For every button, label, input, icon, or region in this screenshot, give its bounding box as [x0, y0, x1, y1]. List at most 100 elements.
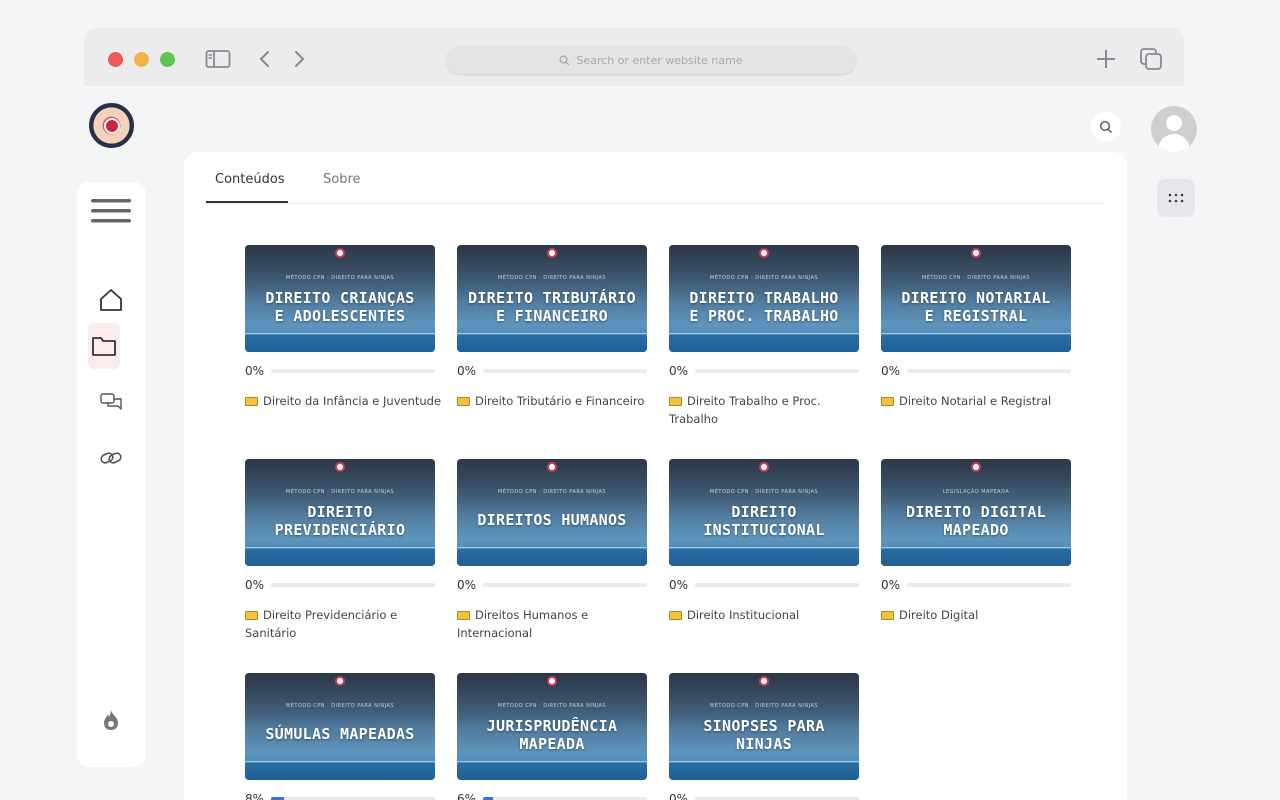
thumbnail-caption: MÉTODO CPN · DIREITO PARA NINJAS: [497, 489, 607, 495]
tab-contents[interactable]: Conteúdos: [215, 172, 285, 187]
course-category[interactable]: Direito da Infância e Juventude: [245, 392, 445, 410]
course-thumbnail[interactable]: MÉTODO CPN · DIREITO PARA NINJAS DIREITO…: [669, 245, 859, 352]
thumbnail-caption: LEGISLAÇÃO MAPEADA: [942, 489, 1010, 495]
course-progress: 0%: [881, 364, 1071, 378]
category-label: Direito Notarial e Registral: [899, 394, 1052, 408]
progress-bar: [271, 583, 435, 587]
thumbnail-caption: MÉTODO CPN · DIREITO PARA NINJAS: [709, 275, 819, 281]
search-icon: [1099, 120, 1112, 133]
course-category[interactable]: Direito Previdenciário e Sanitário: [245, 606, 445, 642]
sidebar-item-links[interactable]: [88, 435, 134, 481]
course-progress: 0%: [245, 364, 435, 378]
address-bar[interactable]: Search or enter website name: [446, 46, 856, 74]
search-button[interactable]: [1091, 112, 1121, 142]
brand-badge-icon: [759, 248, 769, 258]
course-title: DIREITO CRIANÇAS E ADOLESCENTES: [265, 289, 415, 325]
course-thumbnail[interactable]: MÉTODO CPN · DIREITO PARA NINJAS DIREITO…: [457, 245, 647, 352]
course-progress: 0%: [669, 364, 859, 378]
thumbnail-caption: MÉTODO CPN · DIREITO PARA NINJAS: [497, 703, 607, 709]
course-category[interactable]: Direito Tributário e Financeiro: [457, 392, 657, 410]
sidebar-item-chat[interactable]: [88, 378, 134, 424]
course-thumbnail[interactable]: MÉTODO CPN · DIREITO PARA NINJAS DIREITO…: [881, 245, 1071, 352]
thumbnail-caption: MÉTODO CPN · DIREITO PARA NINJAS: [285, 275, 395, 281]
thumbnail-caption: MÉTODO CPN · DIREITO PARA NINJAS: [709, 703, 819, 709]
course-title: DIREITO DIGITAL MAPEADO: [906, 503, 1046, 539]
address-placeholder: Search or enter website name: [576, 53, 743, 67]
sidebar-item-home[interactable]: [88, 277, 134, 323]
tabs-overview-icon[interactable]: [1138, 46, 1164, 72]
course-category[interactable]: Direitos Humanos e Internacional: [457, 606, 657, 642]
course-thumbnail[interactable]: LEGISLAÇÃO MAPEADA DIREITO DIGITAL MAPEAD…: [881, 459, 1071, 566]
folder-icon: [881, 611, 894, 620]
maximize-window-button[interactable]: [160, 52, 175, 67]
brand-logo[interactable]: [89, 103, 134, 148]
course-category[interactable]: Direito Institucional: [669, 606, 869, 624]
thumbnail-caption: MÉTODO CPN · DIREITO PARA NINJAS: [921, 275, 1031, 281]
category-label: Direito da Infância e Juventude: [263, 394, 442, 408]
thumbnail-caption: MÉTODO CPN · DIREITO PARA NINJAS: [497, 275, 607, 281]
sidebar-item-streak[interactable]: [88, 697, 134, 743]
progress-percent: 0%: [881, 578, 901, 592]
course-thumbnail[interactable]: MÉTODO CPN · DIREITO PARA NINJAS JURISPR…: [457, 673, 647, 780]
progress-percent: 8%: [245, 792, 265, 800]
course-category[interactable]: Direito Notarial e Registral: [881, 392, 1081, 410]
progress-percent: 0%: [669, 364, 689, 378]
progress-percent: 0%: [457, 578, 477, 592]
course-title: DIREITO INSTITUCIONAL: [703, 503, 825, 539]
course-progress: 8%: [245, 792, 435, 800]
brand-badge-icon: [971, 248, 981, 258]
thumbnail-caption: MÉTODO CPN · DIREITO PARA NINJAS: [285, 703, 395, 709]
progress-bar: [695, 583, 859, 587]
course-progress: 6%: [457, 792, 647, 800]
folder-icon: [881, 397, 894, 406]
back-icon[interactable]: [252, 46, 278, 72]
category-label: Direito Tributário e Financeiro: [475, 394, 645, 408]
course-progress: 0%: [457, 364, 647, 378]
course-thumbnail[interactable]: MÉTODO CPN · DIREITO PARA NINJAS SINOPSE…: [669, 673, 859, 780]
brand-badge-icon: [335, 462, 345, 472]
menu-button[interactable]: [88, 188, 134, 234]
progress-percent: 0%: [669, 578, 689, 592]
course-thumbnail[interactable]: MÉTODO CPN · DIREITO PARA NINJAS DIREITO…: [669, 459, 859, 566]
course-title: DIREITO TRABALHO E PROC. TRABALHO: [689, 289, 839, 325]
thumbnail-caption: MÉTODO CPN · DIREITO PARA NINJAS: [285, 489, 395, 495]
minimize-window-button[interactable]: [134, 52, 149, 67]
fire-icon: [104, 710, 118, 730]
tab-about[interactable]: Sobre: [323, 172, 361, 187]
link-icon: [100, 452, 122, 464]
course-title: SINOPSES PARA NINJAS: [703, 717, 825, 753]
course-thumbnail[interactable]: MÉTODO CPN · DIREITO PARA NINJAS DIREITO…: [457, 459, 647, 566]
progress-percent: 0%: [457, 364, 477, 378]
folder-icon: [669, 611, 682, 620]
sidebar-toggle-icon[interactable]: [205, 46, 231, 72]
course-category[interactable]: Direito Trabalho e Proc. Trabalho: [669, 392, 869, 428]
course-thumbnail[interactable]: MÉTODO CPN · DIREITO PARA NINJAS DIREITO…: [245, 459, 435, 566]
category-label: Direito Previdenciário e Sanitário: [245, 608, 398, 640]
search-icon: [559, 54, 570, 65]
apps-menu-button[interactable]: [1157, 179, 1195, 217]
progress-percent: 0%: [669, 792, 689, 800]
avatar[interactable]: [1151, 106, 1197, 152]
new-tab-icon[interactable]: [1093, 46, 1119, 72]
folder-icon: [245, 611, 258, 620]
active-tab-indicator: [206, 201, 288, 203]
sidebar-item-contents[interactable]: [88, 323, 120, 369]
dots-grid-icon: [1168, 193, 1184, 203]
course-title: JURISPRUDÊNCIA MAPEADA: [486, 717, 618, 753]
forward-icon[interactable]: [286, 46, 312, 72]
sidebar: [77, 182, 146, 767]
course-thumbnail[interactable]: MÉTODO CPN · DIREITO PARA NINJAS DIREITO…: [245, 245, 435, 352]
course-category[interactable]: Direito Digital: [881, 606, 1081, 624]
course-title: DIREITO NOTARIAL E REGISTRAL: [901, 289, 1051, 325]
category-label: Direito Digital: [899, 608, 979, 622]
folder-icon: [457, 397, 470, 406]
course-progress: 0%: [669, 792, 859, 800]
progress-percent: 0%: [245, 364, 265, 378]
close-window-button[interactable]: [108, 52, 123, 67]
home-icon: [100, 289, 122, 311]
course-progress: 0%: [881, 578, 1071, 592]
folder-icon: [669, 397, 682, 406]
progress-bar: [483, 369, 647, 373]
course-thumbnail[interactable]: MÉTODO CPN · DIREITO PARA NINJAS SÚMULAS…: [245, 673, 435, 780]
category-label: Direitos Humanos e Internacional: [457, 608, 589, 640]
